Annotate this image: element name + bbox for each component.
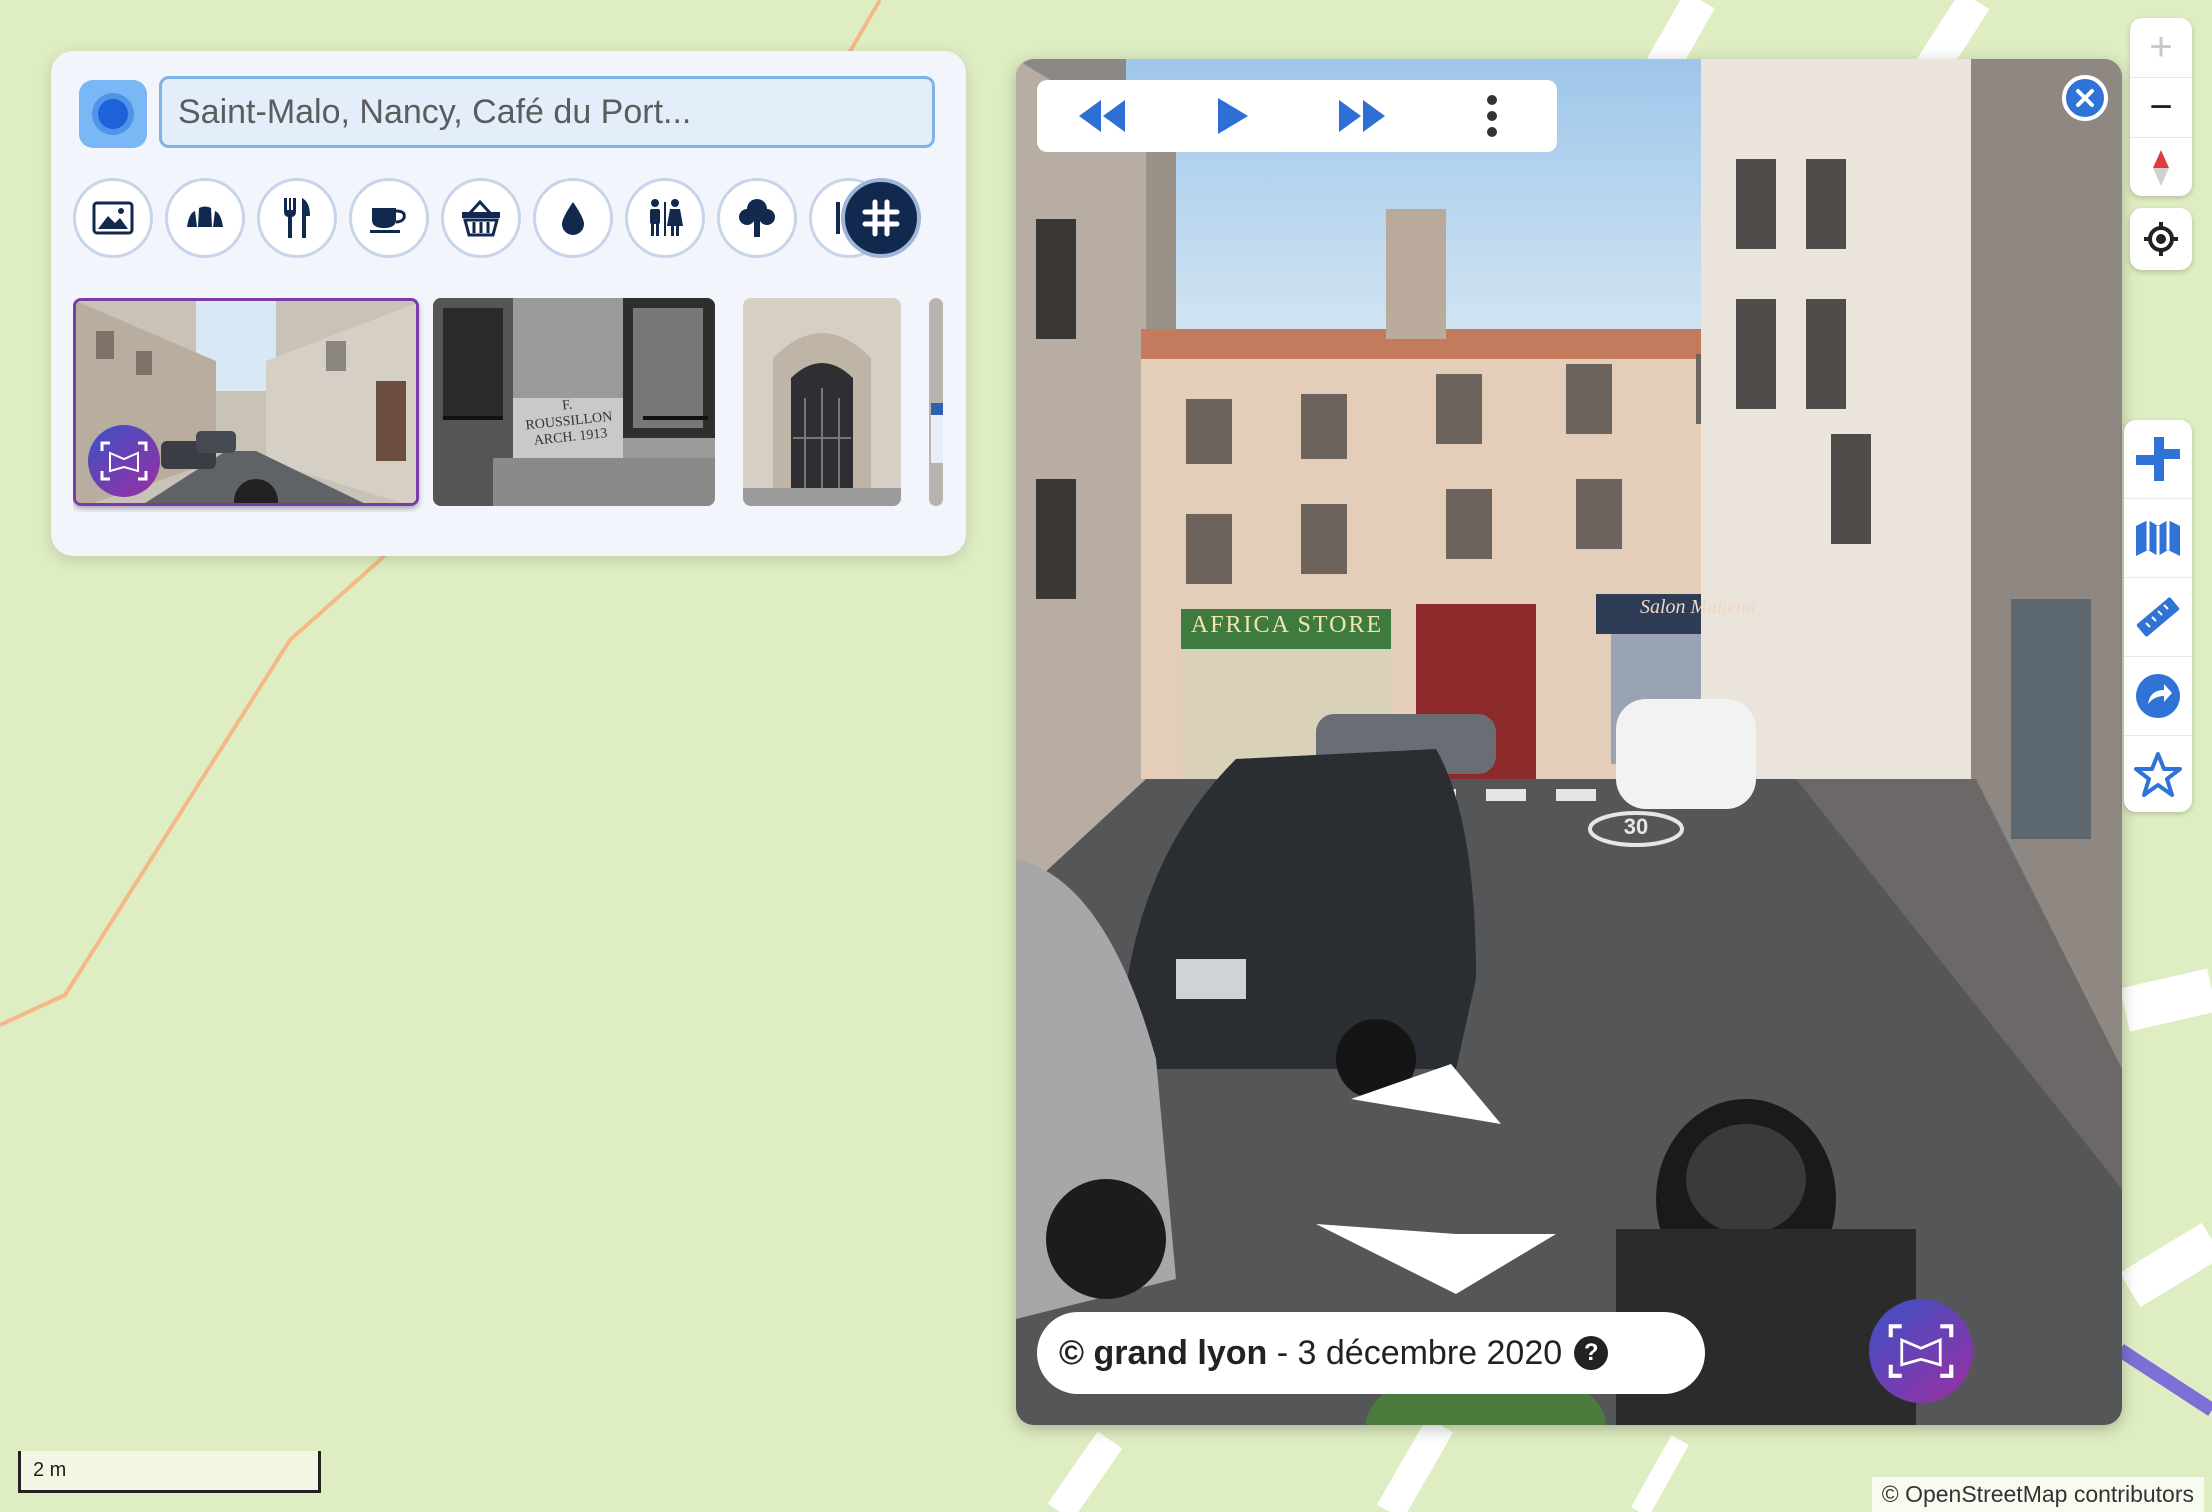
photo-credit: © grand lyon - 3 décembre 2020 ?: [1037, 1312, 1705, 1394]
credit-date: 3 décembre 2020: [1297, 1333, 1563, 1372]
more-options-button[interactable]: [1447, 86, 1537, 146]
credit-source: © grand lyon: [1059, 1333, 1268, 1372]
compass-icon: [2153, 149, 2169, 186]
thumbnail-building-facade[interactable]: F. ROUSSILLON ARCH. 1913: [433, 298, 715, 506]
map-tools: [2124, 420, 2192, 812]
ruler-icon: [2136, 597, 2180, 637]
panorama-icon: [1888, 1324, 1954, 1378]
photo-thumbnails: F. ROUSSILLON ARCH. 1913: [73, 298, 943, 512]
location-dot-icon: [98, 99, 128, 129]
panorama-badge: [88, 425, 160, 497]
cafe-icon: [370, 208, 406, 233]
category-restaurant-button[interactable]: [257, 178, 337, 258]
next-button[interactable]: [1317, 86, 1407, 146]
credit-separator: -: [1267, 1333, 1298, 1372]
doorway-thumbnail-image: [743, 298, 901, 506]
category-list: [73, 178, 943, 264]
share-icon: [2136, 674, 2180, 718]
picture-icon: [92, 201, 134, 235]
measure-distance-button[interactable]: [2124, 578, 2192, 657]
more-categories-button[interactable]: [841, 178, 921, 258]
search-panel: F. ROUSSILLON ARCH. 1913: [51, 51, 966, 556]
search-input[interactable]: [159, 76, 935, 148]
directions-icon: [2136, 437, 2180, 481]
map-layers-button[interactable]: [2124, 499, 2192, 578]
zoom-controls: + −: [2130, 18, 2192, 196]
help-icon[interactable]: ?: [1574, 1336, 1609, 1370]
street-view-viewer[interactable]: AFRICA STORE Salon Mahena 30 © grand lyo…: [1016, 59, 2122, 1425]
directions-button[interactable]: [2124, 420, 2192, 499]
playback-controls: [1037, 80, 1557, 152]
category-parks-button[interactable]: [717, 178, 797, 258]
thumbnail-sign[interactable]: [929, 298, 943, 506]
map-attribution[interactable]: © OpenStreetMap contributors: [1871, 1477, 2204, 1512]
play-icon: [1218, 98, 1248, 134]
map-layers-icon: [2136, 520, 2180, 556]
shopping-basket-icon: [462, 199, 500, 237]
geolocate-button[interactable]: [79, 80, 147, 148]
panorama-mode-button[interactable]: [1869, 1299, 1973, 1403]
share-button[interactable]: [2124, 657, 2192, 736]
zoom-in-button[interactable]: +: [2130, 18, 2192, 78]
street-photo[interactable]: [1016, 59, 2122, 1425]
water-icon: [562, 202, 584, 235]
category-cafe-button[interactable]: [349, 178, 429, 258]
category-shopping-button[interactable]: [441, 178, 521, 258]
category-toilets-button[interactable]: [625, 178, 705, 258]
sign-thumbnail-image: [929, 298, 943, 506]
speed-limit-marking: 30: [1623, 814, 1649, 839]
fast-forward-icon: [1339, 100, 1385, 132]
more-categories-icon: [862, 199, 900, 237]
compass-button[interactable]: [2130, 138, 2192, 196]
play-button[interactable]: [1187, 86, 1277, 146]
close-icon: [2076, 89, 2094, 107]
category-pictures-button[interactable]: [73, 178, 153, 258]
shop-sign-salon: Salon Mahena: [1639, 596, 1757, 618]
favorites-button[interactable]: [2124, 736, 2192, 814]
tree-icon: [739, 199, 775, 237]
locate-me-button[interactable]: [2130, 208, 2192, 270]
restaurant-icon: [284, 198, 310, 238]
panorama-icon: [100, 441, 148, 481]
scale-bar: 2 m: [18, 1451, 321, 1493]
star-icon: [2134, 752, 2182, 797]
thumbnail-street-panorama[interactable]: [73, 298, 419, 506]
toilets-icon: [650, 199, 683, 236]
category-bakery-button[interactable]: [165, 178, 245, 258]
crosshair-icon: [2144, 222, 2178, 256]
rewind-icon: [1079, 100, 1125, 132]
pastry-icon: [187, 206, 223, 227]
shop-sign-africa-store: AFRICA STORE: [1190, 612, 1384, 638]
zoom-out-button[interactable]: −: [2130, 78, 2192, 138]
previous-button[interactable]: [1057, 86, 1147, 146]
kebab-menu-icon: [1487, 95, 1497, 137]
close-viewer-button[interactable]: [2062, 75, 2108, 121]
category-water-button[interactable]: [533, 178, 613, 258]
thumbnail-doorway[interactable]: [743, 298, 901, 506]
